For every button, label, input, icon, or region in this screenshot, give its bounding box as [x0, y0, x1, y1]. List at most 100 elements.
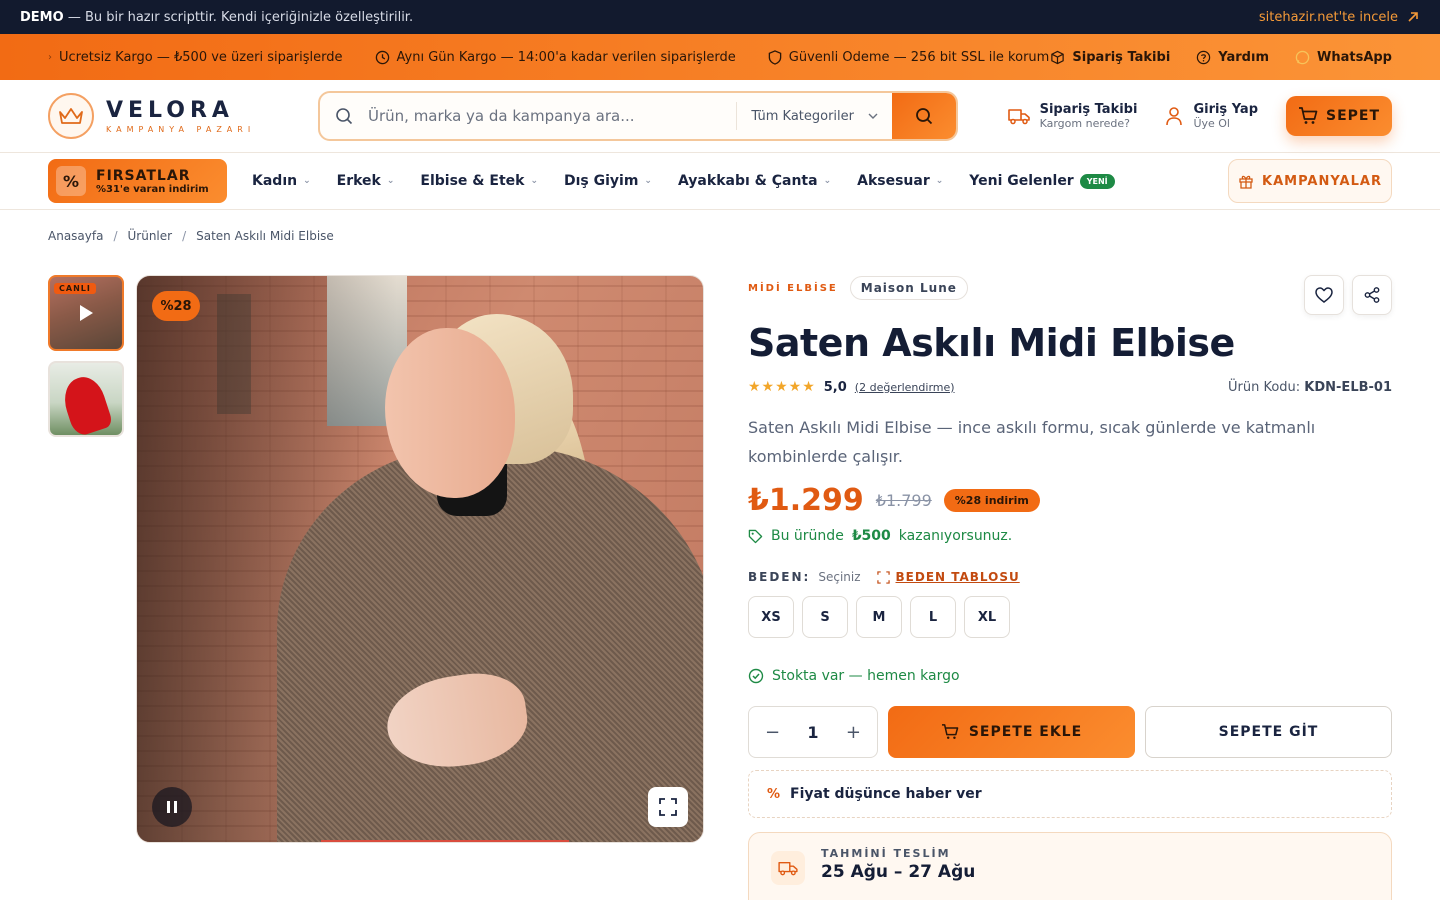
user-icon — [1166, 107, 1183, 126]
quantity-value[interactable]: 1 — [807, 723, 818, 742]
truck-icon — [771, 851, 805, 885]
main-nav: % FIRSATLAR %31'e varan indirim Kadın ⌄ E… — [0, 153, 1440, 210]
promo-item-secure-payment: Güvenli Ödeme — 256 bit SSL ile koruma — [768, 50, 1050, 65]
gift-icon — [1239, 175, 1253, 189]
logo-text: VELORA KAMPANYA PAZARI — [106, 98, 255, 134]
category-tag[interactable]: MİDİ ELBİSE — [748, 283, 838, 294]
logo-tagline: KAMPANYA PAZARI — [106, 125, 256, 134]
promo-bar: › Ücretsiz Kargo — ₺500 ve üzeri sipariş… — [0, 34, 1440, 80]
promo-item-label: Aynı Gün Kargo — 14:00'a kadar verilen s… — [396, 49, 736, 65]
promo-item-label: Ücretsiz Kargo — ₺500 ve üzeri siparişle… — [59, 49, 343, 65]
pause-button[interactable] — [152, 787, 192, 827]
product-title: Saten Askılı Midi Elbise — [748, 321, 1235, 365]
percent-icon: % — [56, 166, 86, 196]
reviews-link[interactable]: (2 değerlendirme) — [855, 381, 955, 394]
header-actions: Sipariş Takibi Kargom nerede? Giriş Yap … — [1007, 96, 1392, 136]
nav-item-outerwear[interactable]: Dış Giyim ⌄ — [564, 173, 652, 189]
price-alert-label: Fiyat düşünce haber ver — [790, 786, 982, 802]
promo-item-same-day: Aynı Gün Kargo — 14:00'a kadar verilen s… — [375, 50, 736, 65]
brand-tag[interactable]: Maison Lune — [849, 276, 968, 300]
go-to-cart-button[interactable]: SEPETE GİT — [1145, 706, 1392, 758]
size-option-l[interactable]: L — [910, 596, 956, 638]
cart-button[interactable]: SEPET — [1286, 96, 1392, 136]
search-icon — [320, 107, 368, 125]
current-price: ₺1.299 — [748, 483, 864, 518]
share-button[interactable] — [1352, 275, 1392, 315]
old-price: ₺1.799 — [875, 491, 932, 510]
product-code: Ürün Kodu: KDN-ELB-01 — [1228, 380, 1392, 395]
product-info: MİDİ ELBİSE Maison Lune Saten Askılı Mid… — [748, 275, 1392, 900]
demo-notice: DEMO — Bu bir hazır scripttir. Kendi içe… — [20, 10, 413, 25]
order-tracking-action[interactable]: Sipariş Takibi Kargom nerede? — [1007, 102, 1137, 130]
price-alert-button[interactable]: % Fiyat düşünce haber ver — [748, 770, 1392, 818]
percent-icon: % — [767, 786, 781, 802]
video-progress — [321, 840, 569, 842]
discount-badge: %28 — [152, 291, 200, 321]
whatsapp-link[interactable]: WhatsApp — [1295, 50, 1392, 65]
login-action[interactable]: Giriş Yap Üye Ol — [1165, 102, 1258, 130]
nav-item-label: Yeni Gelenler — [969, 173, 1074, 189]
size-chart-label: BEDEN TABLOSU — [895, 570, 1020, 584]
breadcrumb-home[interactable]: Anasayfa — [48, 229, 103, 243]
size-option-xl[interactable]: XL — [964, 596, 1010, 638]
chevron-down-icon: ⌄ — [530, 176, 538, 186]
search-button[interactable] — [892, 93, 956, 139]
order-tracking-subtitle: Kargom nerede? — [1039, 117, 1130, 130]
deals-button[interactable]: % FIRSATLAR %31'e varan indirim — [48, 159, 227, 203]
favorite-button[interactable] — [1304, 275, 1344, 315]
gallery-thumbnails: CANLI — [48, 275, 124, 447]
quantity-decrease-button[interactable]: − — [765, 722, 780, 743]
go-to-cart-label: SEPETE GİT — [1218, 724, 1319, 740]
demo-badge: DEMO — [20, 9, 64, 25]
demo-text: — Bu bir hazır scripttir. Kendi içeriğin… — [67, 9, 414, 25]
nav-item-new-arrivals[interactable]: Yeni Gelenler YENİ — [969, 173, 1115, 189]
heart-icon — [1315, 287, 1333, 303]
delivery-estimate: TAHMİNİ TESLİM 25 Ağu – 27 Ağu — [748, 832, 1392, 900]
nav-item-label: Dış Giyim — [563, 173, 639, 189]
whatsapp-label: WhatsApp — [1317, 49, 1392, 65]
size-option-s[interactable]: S — [802, 596, 848, 638]
login-text: Giriş Yap Üye Ol — [1193, 102, 1258, 130]
product-description: Saten Askılı Midi Elbise — ince askılı f… — [748, 418, 1316, 466]
register-subtitle: Üye Ol — [1193, 117, 1230, 130]
pause-icon — [167, 801, 170, 813]
nav-item-women[interactable]: Kadın ⌄ — [252, 173, 311, 189]
size-option-xs[interactable]: XS — [748, 596, 794, 638]
breadcrumb-products[interactable]: Ürünler — [128, 229, 173, 243]
help-link[interactable]: Yardım — [1196, 50, 1269, 65]
site-header: VELORA KAMPANYA PAZARI Tüm Kategoriler S… — [0, 80, 1440, 153]
product-code-label: Ürün Kodu: — [1227, 379, 1301, 395]
order-tracking-link[interactable]: Sipariş Takibi — [1050, 50, 1170, 65]
breadcrumb-current: Saten Askılı Midi Elbise — [196, 229, 334, 243]
truck-icon — [1007, 109, 1030, 125]
quantity-increase-button[interactable]: + — [846, 722, 861, 743]
nav-item-shoes-bags[interactable]: Ayakkabı & Çanta ⌄ — [678, 173, 831, 189]
size-chart-link[interactable]: BEDEN TABLOSU — [876, 570, 1020, 584]
product-code-value: KDN-ELB-01 — [1304, 379, 1392, 395]
crown-icon — [48, 93, 94, 139]
add-to-cart-button[interactable]: SEPETE EKLE — [888, 706, 1135, 758]
nav-item-accessories[interactable]: Aksesuar ⌄ — [857, 173, 943, 189]
chevron-right-icon: › — [48, 51, 52, 63]
deals-title: FIRSATLAR — [96, 167, 191, 184]
pause-icon — [174, 801, 177, 813]
new-badge: YENİ — [1079, 173, 1115, 189]
search-category-select[interactable]: Tüm Kategoriler — [736, 102, 892, 130]
nav-item-dresses-skirts[interactable]: Elbise & Etek ⌄ — [420, 173, 538, 189]
demo-link[interactable]: sitehazir.net'te incele — [1259, 10, 1420, 25]
product-video[interactable]: %28 — [136, 275, 704, 843]
search-category-label: Tüm Kategoriler — [751, 108, 854, 124]
earn-prefix: Bu üründe — [771, 528, 844, 544]
help-label: Yardım — [1218, 49, 1269, 65]
search-input[interactable] — [368, 107, 737, 125]
cart-icon — [941, 724, 959, 740]
logo[interactable]: VELORA KAMPANYA PAZARI — [48, 93, 318, 139]
nav-item-men[interactable]: Erkek ⌄ — [337, 173, 395, 189]
size-option-m[interactable]: M — [856, 596, 902, 638]
buy-row: − 1 + SEPETE EKLE SEPETE GİT — [748, 706, 1392, 758]
thumbnail-video[interactable]: CANLI — [48, 275, 124, 351]
campaigns-button[interactable]: KAMPANYALAR — [1228, 159, 1392, 203]
fullscreen-button[interactable] — [648, 787, 688, 827]
demo-link-label: sitehazir.net'te incele — [1258, 9, 1398, 25]
thumbnail-image[interactable] — [48, 361, 124, 437]
